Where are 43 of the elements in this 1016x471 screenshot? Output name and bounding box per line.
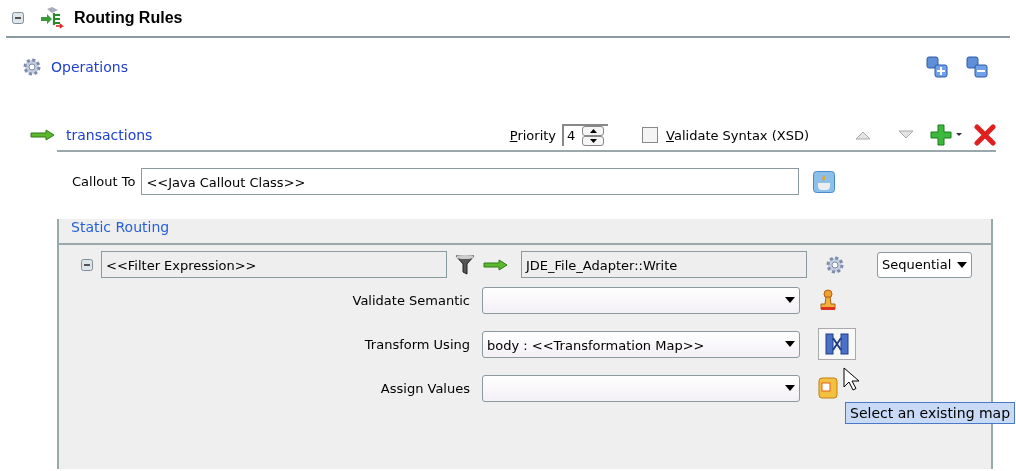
stamp-icon[interactable] bbox=[818, 288, 838, 312]
validate-syntax-checkbox[interactable] bbox=[642, 127, 659, 143]
row-label: Assign Values bbox=[379, 380, 470, 396]
move-up-icon[interactable] bbox=[855, 130, 871, 140]
caret-icon bbox=[785, 385, 795, 391]
transformation-map-icon bbox=[824, 332, 850, 356]
collapse-all-icon[interactable] bbox=[966, 56, 988, 78]
spin-up-icon[interactable] bbox=[589, 129, 597, 133]
transformation-dropdown[interactable]: body : <<Transformation Map>> bbox=[482, 330, 800, 358]
collapse-toggle-icon[interactable] bbox=[12, 12, 24, 24]
caret-icon bbox=[785, 297, 795, 303]
gear-icon[interactable] bbox=[825, 254, 845, 275]
tooltip: Select an existing map bbox=[845, 402, 1016, 424]
section-title: Routing Rules bbox=[74, 9, 183, 27]
collapse-toggle-icon[interactable] bbox=[81, 258, 93, 271]
delete-icon[interactable] bbox=[974, 124, 996, 146]
validate-syntax-label: Validate Syntax (XSD) bbox=[666, 127, 809, 143]
spin-down-icon[interactable] bbox=[589, 139, 597, 143]
callout-label: Callout To bbox=[72, 174, 136, 189]
gear-icon bbox=[22, 57, 42, 77]
route-name-link[interactable]: transactions bbox=[66, 127, 510, 143]
row-label: Validate Semantic bbox=[351, 292, 470, 308]
mouse-pointer-icon bbox=[843, 367, 859, 391]
callout-class-field[interactable]: <<Java Callout Class>> bbox=[141, 168, 800, 195]
filter-expression-field[interactable]: <<Filter Expression>> bbox=[101, 251, 447, 278]
arrow-icon bbox=[30, 129, 56, 141]
expand-all-icon[interactable] bbox=[926, 56, 948, 78]
caret-icon bbox=[785, 341, 795, 347]
target-service-field[interactable]: JDE_File_Adapter::Write bbox=[521, 251, 807, 278]
arrow-icon bbox=[483, 258, 509, 271]
routing-mode-dropdown[interactable]: Sequential bbox=[877, 251, 973, 278]
move-down-icon[interactable] bbox=[898, 130, 914, 140]
filter-icon[interactable] bbox=[455, 253, 475, 276]
row-label: Transform Using bbox=[363, 336, 470, 352]
routing-icon bbox=[40, 7, 64, 29]
priority-spinner[interactable]: 4 bbox=[562, 124, 609, 146]
caret-icon bbox=[957, 261, 968, 268]
map-button[interactable] bbox=[818, 328, 856, 360]
priority-label: Priority bbox=[509, 127, 557, 143]
operations-link[interactable]: Operations bbox=[22, 57, 128, 77]
schema-dropdown[interactable] bbox=[482, 286, 800, 314]
add-dropdown-icon[interactable] bbox=[930, 124, 964, 146]
assign-dropdown[interactable] bbox=[482, 374, 800, 402]
